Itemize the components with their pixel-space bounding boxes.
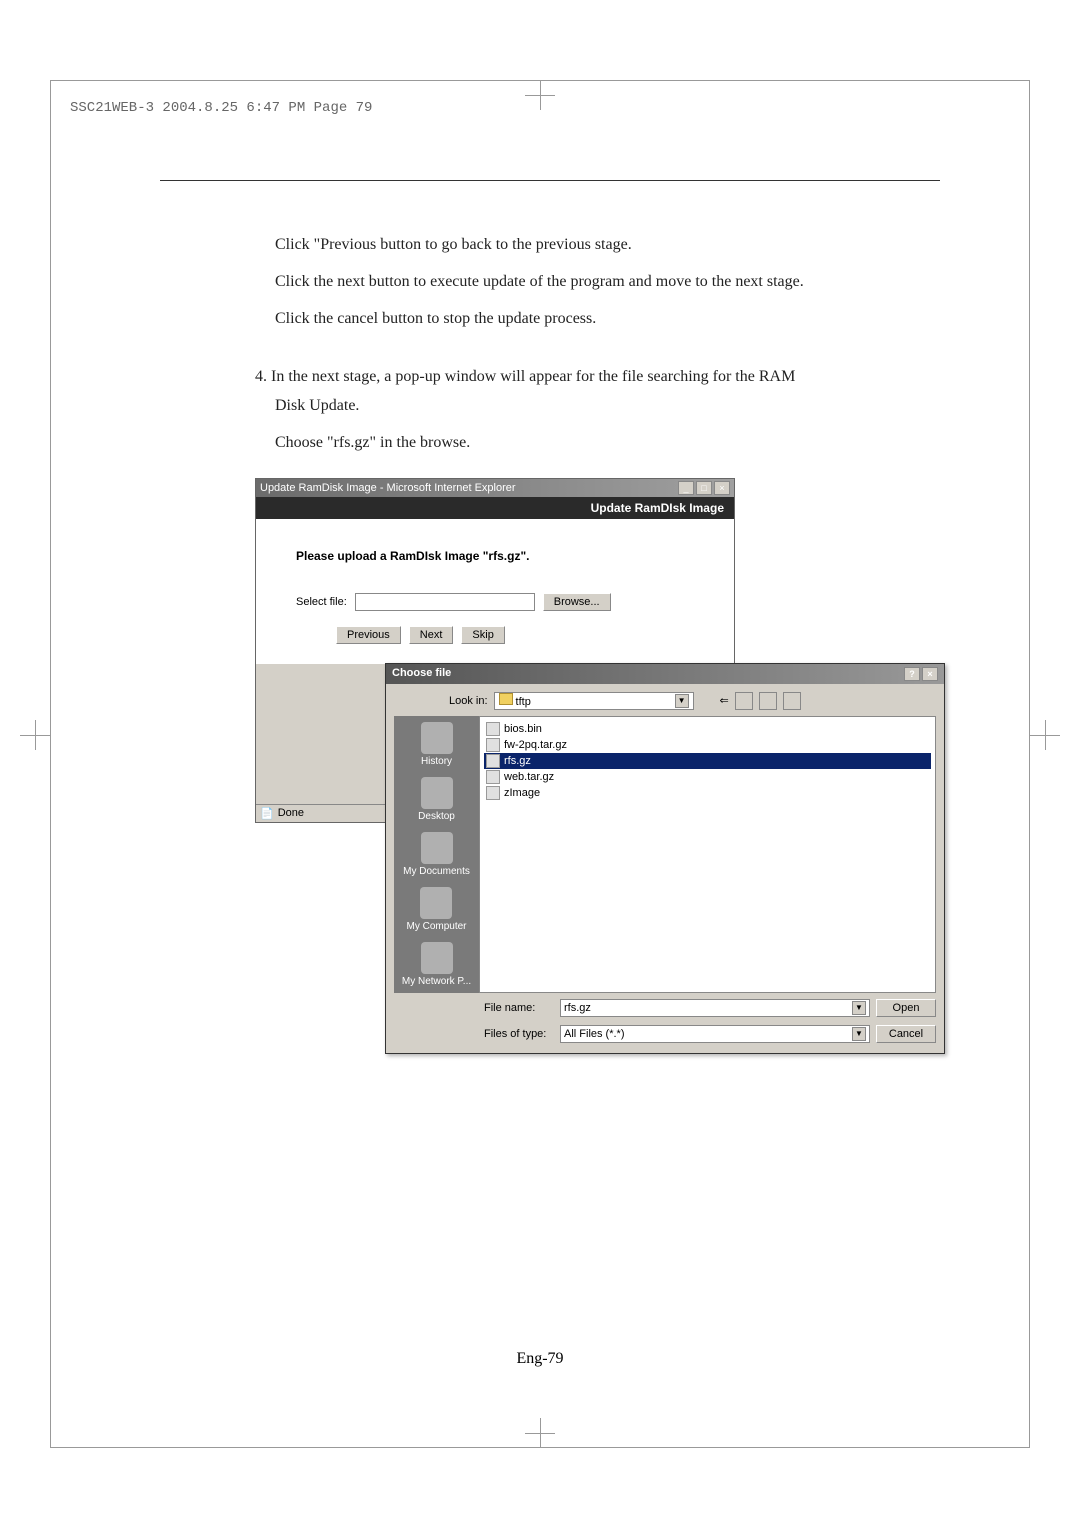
header-print-info: SSC21WEB-3 2004.8.25 6:47 PM Page 79	[70, 100, 372, 116]
lookin-dropdown[interactable]: tftp ▼	[494, 692, 694, 710]
sidebar-history-label: History	[421, 756, 453, 767]
crop-mark-left	[20, 720, 50, 750]
mydocuments-icon	[421, 832, 453, 864]
maximize-icon[interactable]: □	[696, 481, 712, 495]
file-icon	[486, 722, 500, 736]
sidebar-desktop-label: Desktop	[418, 811, 455, 822]
step-4-line-3: Choose "rfs.gz" in the browse.	[275, 429, 940, 458]
sidebar-mydocs[interactable]: My Documents	[403, 832, 470, 877]
document-icon: 📄	[260, 807, 274, 820]
history-icon	[421, 722, 453, 754]
help-icon[interactable]: ?	[904, 667, 920, 681]
folder-icon	[499, 693, 513, 705]
instruction-line-3: Click the cancel button to stop the upda…	[275, 305, 940, 334]
minimize-icon[interactable]: _	[678, 481, 694, 495]
dialog-main: History Desktop My Documents My Com	[394, 716, 936, 993]
screenshot-container: Update RamDisk Image - Microsoft Interne…	[255, 478, 940, 823]
filetype-value: All Files (*.*)	[564, 1028, 625, 1040]
cancel-button[interactable]: Cancel	[876, 1025, 936, 1043]
status-text: Done	[278, 807, 304, 819]
file-name: bios.bin	[504, 723, 542, 735]
upload-instruction: Please upload a RamDIsk Image "rfs.gz".	[296, 549, 694, 563]
ie-page-header: Update RamDIsk Image	[256, 497, 734, 519]
file-icon	[486, 786, 500, 800]
ie-body: Please upload a RamDIsk Image "rfs.gz". …	[256, 519, 734, 664]
mycomputer-icon	[420, 887, 452, 919]
dialog-titlebar-buttons: ? ×	[904, 667, 938, 681]
sidebar-history[interactable]: History	[421, 722, 453, 767]
instruction-line-2: Click the next button to execute update …	[275, 268, 940, 297]
next-button[interactable]: Next	[409, 626, 454, 644]
ie-titlebar: Update RamDisk Image - Microsoft Interne…	[256, 479, 734, 497]
filename-input[interactable]: rfs.gz ▼	[560, 999, 870, 1017]
lookin-label: Look in:	[449, 695, 488, 707]
up-folder-icon[interactable]	[735, 692, 753, 710]
back-icon[interactable]: ⇐	[720, 694, 729, 707]
filename-row: File name: rfs.gz ▼ Open	[394, 993, 936, 1019]
file-item-web[interactable]: web.tar.gz	[484, 769, 931, 785]
new-folder-icon[interactable]	[759, 692, 777, 710]
lookin-value: tftp	[516, 696, 531, 708]
places-sidebar: History Desktop My Documents My Com	[394, 716, 479, 993]
ie-title-text: Update RamDisk Image - Microsoft Interne…	[260, 482, 516, 494]
filetype-label: Files of type:	[484, 1028, 554, 1040]
toolbar-icons: ⇐	[720, 692, 801, 710]
file-icon	[486, 738, 500, 752]
filetype-dropdown[interactable]: All Files (*.*) ▼	[560, 1025, 870, 1043]
browse-button[interactable]: Browse...	[543, 593, 611, 611]
sidebar-mydocs-label: My Documents	[403, 866, 470, 877]
sidebar-mynet-label: My Network P...	[402, 976, 471, 987]
file-icon	[486, 770, 500, 784]
mynetwork-icon	[421, 942, 453, 974]
crop-mark-right	[1030, 720, 1060, 750]
dialog-titlebar: Choose file ? ×	[386, 664, 944, 684]
chevron-down-icon[interactable]: ▼	[675, 694, 689, 708]
file-name: rfs.gz	[504, 755, 531, 767]
file-name: zImage	[504, 787, 540, 799]
chevron-down-icon[interactable]: ▼	[852, 1001, 866, 1015]
choose-file-dialog: Choose file ? × Look in: tftp ▼ ⇐	[385, 663, 945, 1054]
file-item-bios[interactable]: bios.bin	[484, 721, 931, 737]
filename-label: File name:	[484, 1002, 554, 1014]
file-item-fw[interactable]: fw-2pq.tar.gz	[484, 737, 931, 753]
instruction-line-1: Click "Previous button to go back to the…	[275, 231, 940, 260]
dialog-body: Look in: tftp ▼ ⇐	[386, 684, 944, 1053]
file-name: web.tar.gz	[504, 771, 554, 783]
step-4-line-1: 4. In the next stage, a pop-up window wi…	[255, 363, 940, 392]
sidebar-mycomp-label: My Computer	[406, 921, 466, 932]
sidebar-mynet[interactable]: My Network P...	[402, 942, 471, 987]
crop-mark-bottom	[525, 1418, 555, 1448]
dialog-title: Choose file	[392, 667, 451, 681]
button-row: Previous Next Skip	[336, 626, 694, 644]
sidebar-mycomp[interactable]: My Computer	[406, 887, 466, 932]
chevron-down-icon[interactable]: ▼	[852, 1027, 866, 1041]
ie-titlebar-buttons: _ □ ×	[678, 481, 730, 495]
skip-button[interactable]: Skip	[461, 626, 504, 644]
crop-mark-top	[525, 80, 555, 110]
file-list[interactable]: bios.bin fw-2pq.tar.gz rfs.gz web.tar.gz…	[479, 716, 936, 993]
desktop-icon	[421, 777, 453, 809]
file-icon	[486, 754, 500, 768]
file-item-rfs-selected[interactable]: rfs.gz	[484, 753, 931, 769]
file-select-row: Select file: Browse...	[296, 593, 694, 611]
close-icon[interactable]: ×	[714, 481, 730, 495]
select-file-label: Select file:	[296, 596, 347, 608]
page-number: Eng-79	[516, 1350, 563, 1368]
dialog-close-icon[interactable]: ×	[922, 667, 938, 681]
content-area: Click "Previous button to go back to the…	[160, 180, 940, 823]
file-name: fw-2pq.tar.gz	[504, 739, 567, 751]
previous-button[interactable]: Previous	[336, 626, 401, 644]
filename-value: rfs.gz	[564, 1002, 591, 1014]
horizontal-rule	[160, 180, 940, 181]
open-button[interactable]: Open	[876, 999, 936, 1017]
file-item-zimage[interactable]: zImage	[484, 785, 931, 801]
lookin-row: Look in: tftp ▼ ⇐	[449, 692, 936, 710]
view-menu-icon[interactable]	[783, 692, 801, 710]
sidebar-desktop[interactable]: Desktop	[418, 777, 455, 822]
step-4-line-2: Disk Update.	[275, 392, 940, 421]
file-input[interactable]	[355, 593, 535, 611]
filetype-row: Files of type: All Files (*.*) ▼ Cancel	[394, 1019, 936, 1045]
